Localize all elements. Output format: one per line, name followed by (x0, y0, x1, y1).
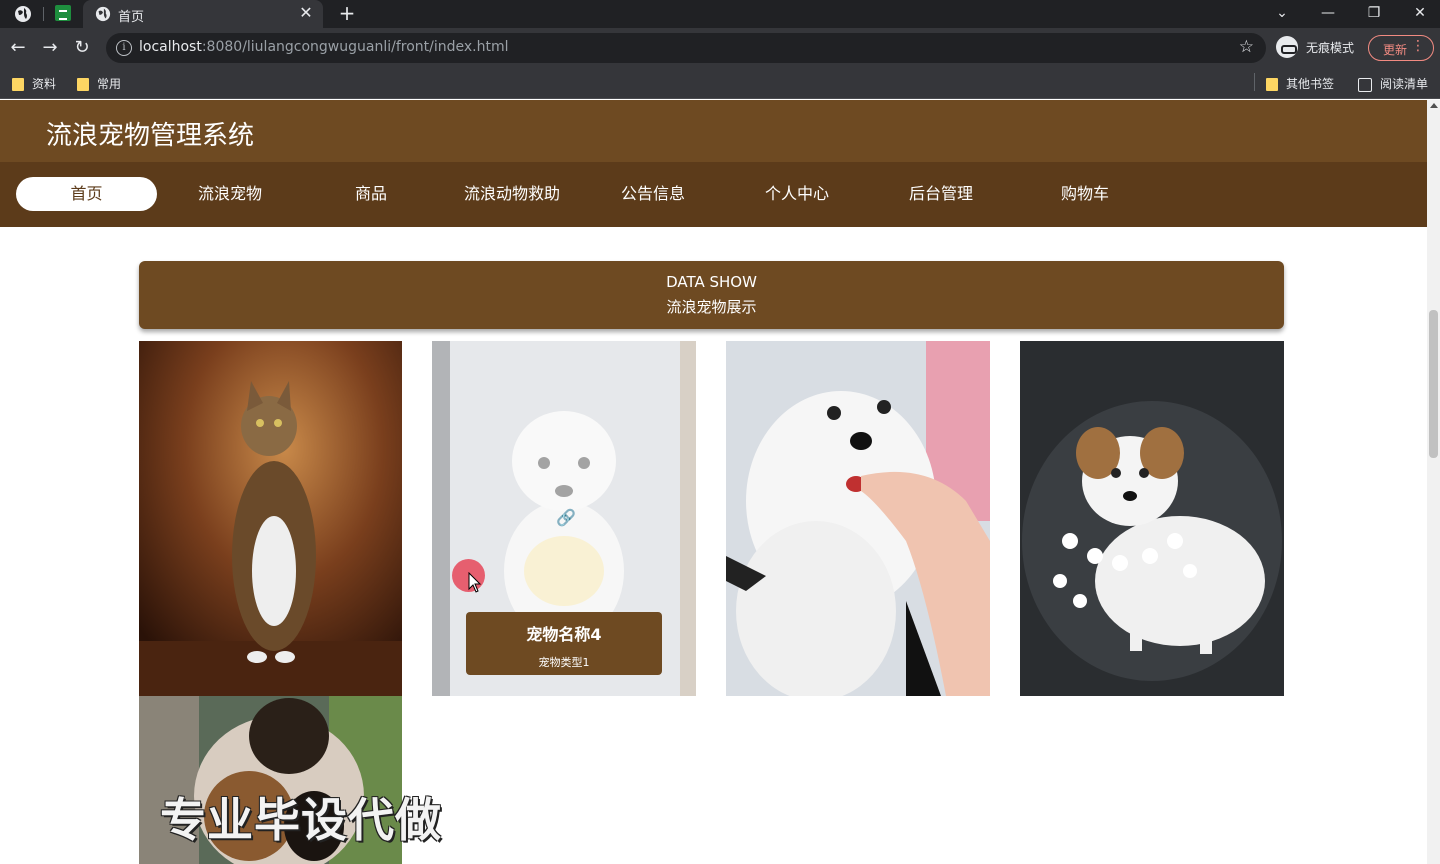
scroll-up-arrow-icon[interactable] (1430, 103, 1438, 108)
pet-card[interactable] (726, 341, 990, 696)
reload-icon[interactable]: ↻ (70, 36, 94, 60)
scrollbar-thumb[interactable] (1429, 310, 1438, 458)
bookmark-folder[interactable]: 常用 (77, 75, 121, 93)
bookmark-separator (1254, 73, 1255, 91)
close-window-button[interactable]: ✕ (1397, 0, 1440, 28)
nav-products[interactable]: 商品 (311, 177, 431, 211)
globe-icon[interactable] (14, 5, 32, 23)
tab-separator (43, 7, 44, 21)
minimize-button[interactable]: — (1305, 0, 1351, 28)
tab-search-icon[interactable]: ⌄ (1259, 0, 1305, 28)
pet-card[interactable] (139, 341, 402, 696)
incognito-label: 无痕模式 (1306, 41, 1355, 55)
pet-card[interactable] (1020, 341, 1284, 696)
site-title: 流浪宠物管理系统 (46, 121, 255, 151)
tab-title: 首页 (118, 10, 145, 25)
reading-list[interactable]: 阅读清单 (1358, 75, 1428, 93)
site-header: 流浪宠物管理系统 (0, 100, 1427, 162)
link-icon[interactable]: 🔗 (556, 508, 576, 527)
menu-dots-icon: ⋮ (1411, 38, 1425, 54)
incognito-icon (1276, 36, 1298, 58)
main-nav: 首页 流浪宠物 商品 流浪动物救助 公告信息 个人中心 后台管理 购物车 (0, 162, 1427, 227)
update-button[interactable]: 更新 ⋮ (1368, 35, 1434, 61)
terrier-photo (1020, 341, 1284, 696)
close-tab-icon[interactable]: ✕ (297, 4, 315, 22)
bookmark-folder[interactable]: 资料 (12, 75, 56, 93)
other-bookmarks[interactable]: 其他书签 (1266, 75, 1334, 93)
pet-type: 宠物类型1 (538, 656, 590, 669)
globe-icon (95, 6, 111, 22)
bookmark-star-icon[interactable]: ☆ (1239, 37, 1254, 57)
cat-photo (139, 341, 402, 696)
sheets-tab-icon[interactable] (55, 5, 71, 21)
nav-home[interactable]: 首页 (16, 177, 157, 211)
browser-toolbar: ← → ↻ i localhost:8080/liulangcongwuguan… (0, 28, 1440, 68)
browser-tab-bar: 首页 ✕ + ⌄ — ❐ ✕ (0, 0, 1440, 28)
section-title-en: DATA SHOW (666, 273, 757, 291)
folder-icon (12, 78, 24, 91)
nav-cart[interactable]: 购物车 (1025, 177, 1145, 211)
update-label: 更新 (1383, 43, 1408, 57)
page-scrollbar[interactable] (1427, 100, 1440, 864)
nav-admin[interactable]: 后台管理 (881, 177, 1001, 211)
mouse-cursor-icon (468, 572, 482, 593)
nav-animal-rescue[interactable]: 流浪动物救助 (446, 177, 578, 211)
active-tab[interactable]: 首页 ✕ (83, 0, 323, 28)
site-info-icon[interactable]: i (116, 40, 132, 56)
new-tab-button[interactable]: + (336, 2, 358, 24)
reading-list-icon (1358, 77, 1372, 92)
nav-personal-center[interactable]: 个人中心 (737, 177, 857, 211)
restore-button[interactable]: ❐ (1351, 0, 1397, 28)
pet-info-overlay[interactable]: 宠物名称4 宠物类型1 (466, 612, 662, 675)
address-bar[interactable]: i localhost:8080/liulangcongwuguanli/fro… (106, 33, 1266, 63)
folder-icon (77, 78, 89, 91)
watermark-text: 专业毕设代做 (160, 793, 442, 847)
nav-stray-pets[interactable]: 流浪宠物 (170, 177, 290, 211)
nav-announcements[interactable]: 公告信息 (593, 177, 713, 211)
folder-icon (1266, 78, 1278, 91)
section-title-zh: 流浪宠物展示 (666, 298, 757, 316)
bichon-photo (726, 341, 990, 696)
forward-arrow-icon[interactable]: → (38, 36, 62, 60)
url-text[interactable]: localhost:8080/liulangcongwuguanli/front… (139, 39, 509, 55)
bookmarks-bar: 资料 常用 其他书签 阅读清单 (0, 68, 1440, 99)
pet-name: 宠物名称4 (526, 625, 602, 644)
back-arrow-icon[interactable]: ← (6, 36, 30, 60)
section-banner: DATA SHOW 流浪宠物展示 (139, 261, 1284, 329)
